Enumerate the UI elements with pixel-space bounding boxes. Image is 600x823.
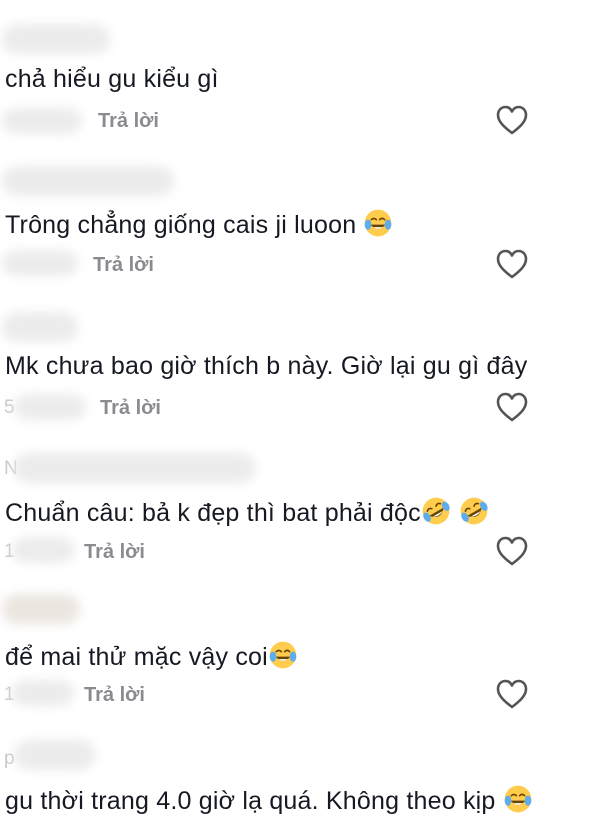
comment-text-content: gu thời trang 4.0 giờ lạ quá. Không theo… [5,787,503,815]
commenter-name-blurred[interactable] [2,24,110,54]
rolling-on-the-floor-laughing-icon [460,497,488,525]
comment-text-content: Trông chẳng giống cais ji luoon [5,211,364,239]
face-with-tears-of-joy-icon [504,785,532,813]
comment-meta-blurred [2,108,82,134]
heart-outline-icon[interactable] [495,248,529,280]
heart-outline-icon[interactable] [495,104,529,136]
heart-outline-icon[interactable] [495,535,529,567]
reply-button[interactable]: Trả lời [84,684,145,707]
commenter-name-blurred[interactable] [14,453,256,483]
comment-text-content: Chuẩn câu: bả k đẹp thì bat phải độc [5,499,421,527]
commenter-name-blurred[interactable] [14,740,96,770]
rolling-on-the-floor-laughing-icon [422,497,450,525]
reply-button[interactable]: Trả lời [98,110,159,133]
commenter-initial: p [4,748,15,769]
face-with-tears-of-joy-icon [365,209,392,237]
comment-meta-blurred [14,394,86,420]
heart-outline-icon[interactable] [495,678,529,710]
comment-text: Trông chẳng giống cais ji luoon [5,208,393,240]
reply-button[interactable]: Trả lời [100,397,161,420]
comment-text: gu thời trang 4.0 giờ lạ quá. Không theo… [5,784,533,816]
commenter-initial: 5 [4,397,15,418]
commenter-name-blurred[interactable] [2,594,80,624]
comment-text-content: để mai thử mặc vậy coi [5,643,268,671]
comment-meta-blurred [2,250,78,276]
comment-text: chả hiểu gu kiểu gì [5,64,219,94]
face-with-tears-of-joy-icon [269,641,297,669]
comment-meta-blurred [12,537,74,563]
heart-outline-icon[interactable] [495,391,529,423]
comment-text-content: Mk chưa bao giờ thích b này. Giờ lại gu … [5,352,528,380]
comment-text-content: chả hiểu gu kiểu gì [5,65,219,93]
comment-text: Mk chưa bao giờ thích b này. Giờ lại gu … [5,351,527,381]
reply-button[interactable]: Trả lời [93,254,154,277]
comment-meta-blurred [12,680,74,706]
comment-text: để mai thử mặc vậy coi [5,640,298,672]
comment-text: Chuẩn câu: bả k đẹp thì bat phải độc [5,496,489,528]
commenter-name-blurred[interactable] [2,166,174,196]
commenter-name-blurred[interactable] [2,312,78,342]
reply-button[interactable]: Trả lời [84,541,145,564]
